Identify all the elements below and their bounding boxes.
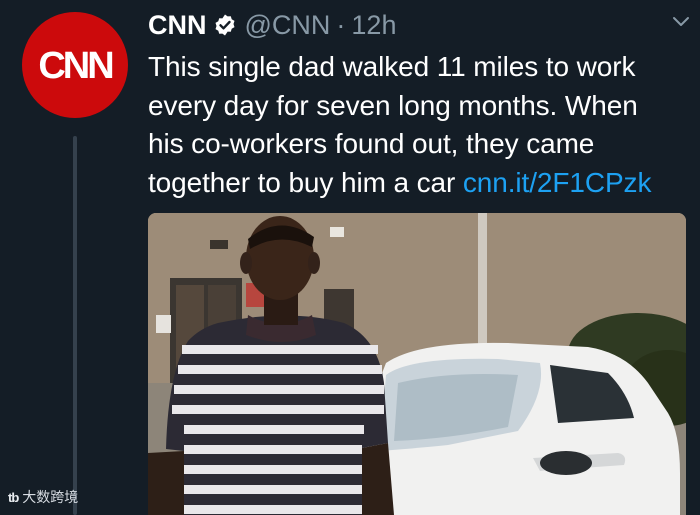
tweet-media-photo[interactable] [148,213,686,515]
watermark-logo: tb [8,489,19,505]
chevron-down-icon[interactable] [670,10,692,32]
thread-line [73,136,77,515]
tweet-text-line: together to buy him a car [148,166,463,198]
cnn-logo: CNN [38,45,115,85]
account-name[interactable]: CNN [148,8,207,42]
watermark: tb 大数跨境 [8,487,78,507]
verified-badge-icon [215,14,234,36]
watermark-text: 大数跨境 [22,489,79,505]
tweet-text-line: his co-workers found out, they came [148,128,595,159]
photo-scene [148,213,686,515]
avatar[interactable]: CNN [22,12,128,118]
header-separator: · [336,10,346,40]
account-handle[interactable]: @CNN [245,8,331,42]
tweet-header: CNN @CNN · 12h [148,8,396,42]
tweet-text-line: This single dad walked 11 miles to work [148,51,636,82]
tweet-link[interactable]: cnn.it/2F1CPzk [463,167,652,198]
avatar-column: CNN [22,12,128,515]
tweet-text-line-last: together to buy him a car cnn.it/2F1CPzk [148,164,698,203]
tweet-text-line: every day for seven long months. When [148,89,638,121]
tweet-timestamp[interactable]: 12h [351,8,396,42]
svg-text:CNN: CNN [38,45,112,85]
tweet-text: This single dad walked 11 miles to work … [148,48,698,202]
